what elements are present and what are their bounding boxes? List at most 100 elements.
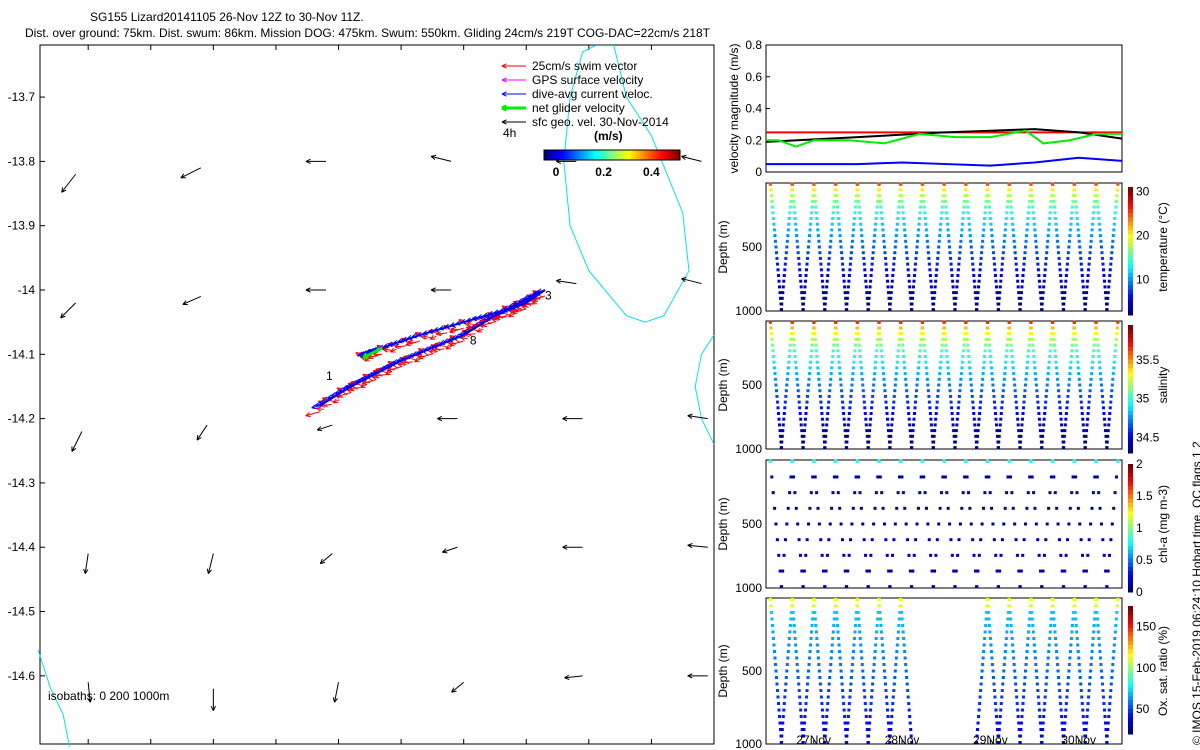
chla-section-colorbar-segment <box>1128 562 1133 567</box>
chla-section-colorbar-segment <box>1128 574 1133 580</box>
salinity-section-point <box>842 412 846 416</box>
colorbar-segment <box>558 150 561 160</box>
oxygen-section-point <box>875 630 879 634</box>
chla-section-point <box>790 459 794 463</box>
salinity-section-point <box>1081 423 1085 427</box>
oxygen-section-point <box>1064 708 1068 712</box>
temperature-section-point <box>928 274 932 278</box>
salinity-section-point <box>1029 326 1033 330</box>
oxygen-section-point <box>804 702 808 706</box>
temperature-section-point <box>1100 256 1104 260</box>
temperature-section-point <box>1040 308 1044 312</box>
oxygen-section-point <box>1068 656 1072 660</box>
oxygen-section-point <box>891 695 895 699</box>
salinity-section-point <box>1110 383 1114 387</box>
salinity-section-point <box>853 349 857 353</box>
salinity-section-point <box>1095 337 1099 341</box>
temperature-section-point <box>1022 262 1026 266</box>
salinity-section-point <box>808 372 812 376</box>
oxygen-section-point <box>1086 702 1090 706</box>
oxygen-section-point <box>1015 695 1019 699</box>
salinity-section-point <box>912 417 916 421</box>
chla-section-point <box>1040 585 1044 589</box>
salinity-section-point <box>959 372 963 376</box>
arrow-head <box>451 326 457 330</box>
salinity-section-point <box>818 394 822 398</box>
temperature-section-point <box>937 245 941 249</box>
colorbar-segment <box>564 150 567 160</box>
temperature-section-point <box>1042 279 1046 283</box>
arrow-head <box>434 342 441 344</box>
temperature-section-point <box>792 205 796 209</box>
oxygen-section-point <box>1038 721 1042 725</box>
chla-section-point <box>965 475 969 479</box>
salinity-section-point <box>1083 446 1087 450</box>
temperature-section-point <box>779 308 783 312</box>
temperature-section-point <box>1005 211 1009 215</box>
oxygen-section-point <box>1112 649 1116 653</box>
salinity-section-colorbar-segment <box>1128 371 1133 377</box>
arrow-head <box>332 697 335 703</box>
temperature-section-point <box>957 262 961 266</box>
temperature-section-point <box>1049 199 1053 203</box>
chla-section-point <box>972 553 976 557</box>
arrow-head <box>418 357 424 360</box>
temperature-section-point <box>900 199 904 203</box>
salinity-section-colorbar-segment <box>1128 363 1133 369</box>
salinity-section-point <box>926 383 930 387</box>
oxygen-section-point <box>818 682 822 686</box>
temperature-section-point <box>1033 234 1037 238</box>
oxygen-section-point <box>1013 669 1017 673</box>
temperature-section-point <box>1102 279 1106 283</box>
salinity-section-point <box>1091 360 1095 364</box>
chla-section-point <box>874 491 878 495</box>
oxygen-section-point <box>1107 708 1111 712</box>
chla-section-point <box>888 585 892 589</box>
salinity-section-point <box>929 423 933 427</box>
oxygen-section-point <box>871 682 875 686</box>
salinity-section-point <box>925 377 929 381</box>
oxygen-section-point <box>1078 676 1082 680</box>
chla-section-point <box>774 522 778 526</box>
temperature-section-point <box>1044 256 1048 260</box>
temperature-section-point <box>950 274 954 278</box>
oxygen-section-point <box>872 662 876 666</box>
oxygen-section-point <box>775 689 779 693</box>
oxygen-section-point <box>890 708 894 712</box>
oxygen-section-point <box>1093 617 1097 621</box>
geo-velocity-arrow <box>437 415 458 422</box>
salinity-section-point <box>1087 406 1091 410</box>
temperature-section-point <box>1060 285 1064 289</box>
oxygen-section-point <box>887 721 891 725</box>
temperature-section-point <box>922 199 926 203</box>
chla-section-point <box>922 475 926 479</box>
oxygen-section-point <box>793 630 797 634</box>
oxygen-section-point <box>1015 702 1019 706</box>
chla-section-point <box>819 538 823 542</box>
chla-section-point <box>1094 459 1098 463</box>
salinity-section-point <box>814 349 818 353</box>
temperature-section-point <box>854 199 858 203</box>
swim-vector-arrow <box>305 411 320 418</box>
geo-velocity-arrow <box>332 682 340 703</box>
salinity-section-point <box>845 440 849 444</box>
oxygen-section-point <box>780 734 784 738</box>
temperature-section-point <box>770 199 774 203</box>
arrow-head <box>493 318 499 321</box>
temperature-section-point <box>821 285 825 289</box>
velocity-ylabel: velocity magnitude (m/s) <box>727 43 741 173</box>
temperature-section-point <box>964 182 968 186</box>
temperature-section-point <box>1057 256 1061 260</box>
oxygen-section-point <box>1106 721 1110 725</box>
colorbar-segment <box>634 150 637 160</box>
temperature-section-point <box>771 216 775 220</box>
map-ytick-label: -14.5 <box>8 605 36 619</box>
oxygen-section-point <box>1089 662 1093 666</box>
arrow-head <box>512 312 518 315</box>
chla-section-point <box>844 585 848 589</box>
salinity-section-point <box>793 349 797 353</box>
temperature-section-point <box>918 216 922 220</box>
salinity-section-point <box>902 360 906 364</box>
temperature-section-point <box>816 228 820 232</box>
temperature-section-colorbar-segment <box>1128 242 1133 248</box>
